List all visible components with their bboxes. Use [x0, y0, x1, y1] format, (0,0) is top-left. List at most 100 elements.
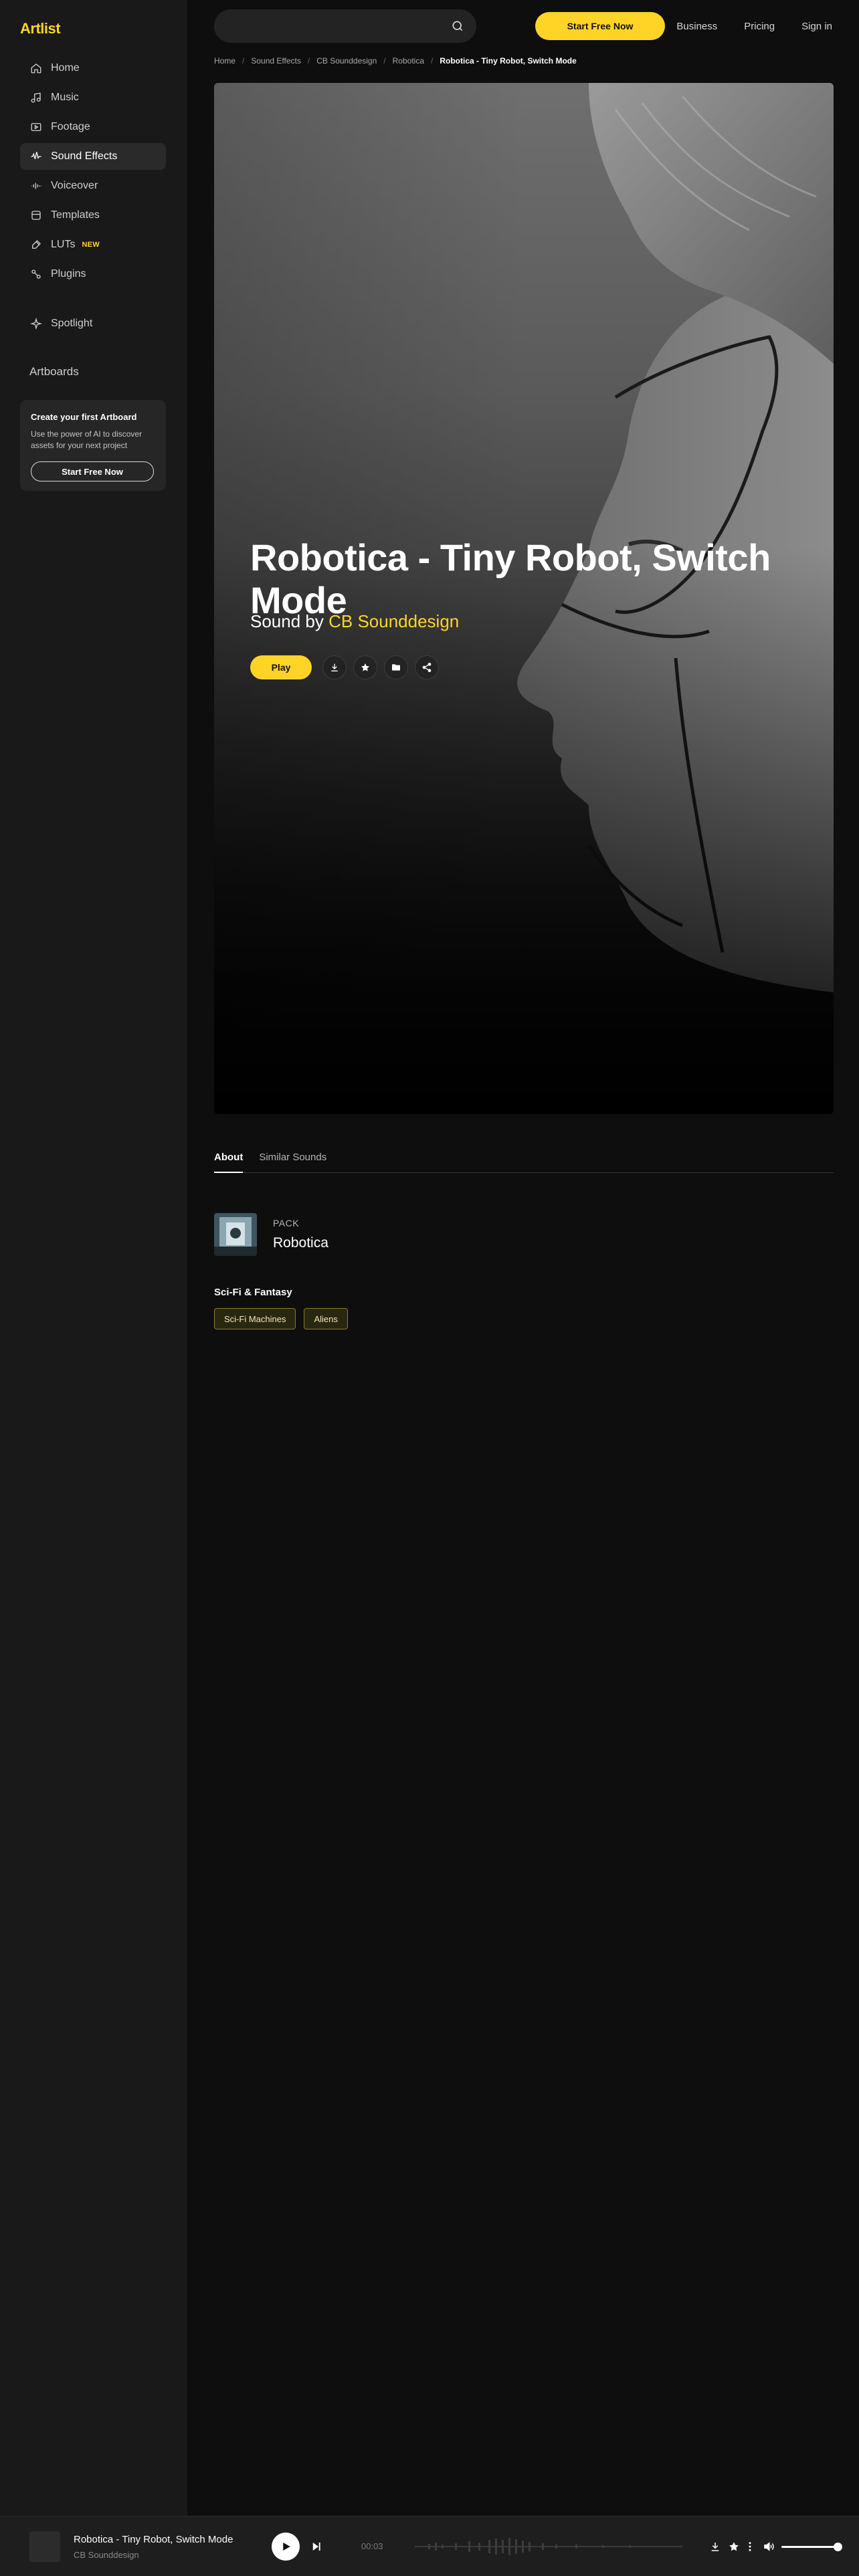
sidebar-item-sound-effects[interactable]: Sound Effects: [20, 143, 166, 170]
tag-list: Sci-Fi Machines Aliens: [214, 1308, 348, 1329]
spotlight-section: Spotlight: [20, 310, 166, 340]
artboard-promo-card: Create your first Artboard Use the power…: [20, 400, 166, 491]
search-icon[interactable]: [451, 19, 464, 33]
play-icon: [280, 2541, 292, 2553]
sidebar-item-luts[interactable]: LUTs NEW: [20, 231, 166, 258]
player-play-button[interactable]: [272, 2533, 300, 2561]
breadcrumb-home[interactable]: Home: [214, 56, 235, 66]
sound-byline: Sound by CB Sounddesign: [250, 611, 459, 632]
breadcrumb: Home / Sound Effects / CB Sounddesign / …: [214, 56, 577, 66]
breadcrumb-sound-effects[interactable]: Sound Effects: [251, 56, 301, 66]
sidebar-item-label: Templates: [51, 209, 100, 221]
star-icon: [728, 2541, 740, 2553]
breadcrumb-separator: /: [242, 56, 245, 66]
sidebar-item-label: Music: [51, 92, 79, 103]
home-icon: [29, 62, 43, 75]
new-badge: NEW: [82, 241, 100, 249]
player-track-title[interactable]: Robotica - Tiny Robot, Switch Mode: [74, 2534, 233, 2545]
sidebar-item-footage[interactable]: Footage: [20, 114, 166, 140]
download-button[interactable]: [322, 655, 347, 679]
sidebar-item-label: Plugins: [51, 268, 86, 280]
author-link[interactable]: CB Sounddesign: [328, 611, 459, 631]
business-link[interactable]: Business: [676, 21, 717, 32]
breadcrumb-current: Robotica - Tiny Robot, Switch Mode: [440, 56, 577, 66]
sidebar-item-voiceover[interactable]: Voiceover: [20, 173, 166, 199]
sidebar-item-label: Home: [51, 62, 80, 74]
sidebar-item-plugins[interactable]: Plugins: [20, 261, 166, 288]
play-square-icon: [29, 120, 43, 134]
detail-tabs: About Similar Sounds: [214, 1148, 834, 1173]
sparkle-icon: [29, 317, 43, 330]
sidebar-item-label: LUTs: [51, 239, 76, 250]
volume-slider-track[interactable]: [781, 2546, 838, 2548]
plugin-icon: [29, 267, 43, 281]
music-note-icon: [29, 91, 43, 104]
share-icon: [421, 662, 432, 673]
sidebar-item-label: Spotlight: [51, 318, 93, 329]
sidebar-item-music[interactable]: Music: [20, 84, 166, 111]
sidebar-item-templates[interactable]: Templates: [20, 202, 166, 229]
player-thumbnail: [29, 2531, 60, 2562]
sidebar-item-spotlight[interactable]: Spotlight: [20, 310, 166, 337]
player-volume-button[interactable]: [761, 2539, 776, 2554]
volume-icon: [763, 2541, 775, 2553]
pack-name[interactable]: Robotica: [273, 1235, 328, 1251]
breadcrumb-separator: /: [307, 56, 310, 66]
player-time: 00:03: [361, 2541, 383, 2551]
pricing-link[interactable]: Pricing: [744, 21, 775, 32]
pack-text: PACK Robotica: [273, 1218, 328, 1251]
hero-actions: Play: [250, 655, 439, 679]
player-track-artist[interactable]: CB Sounddesign: [74, 2550, 139, 2560]
voice-wave-icon: [29, 179, 43, 193]
player-next-button[interactable]: [309, 2539, 324, 2554]
play-button[interactable]: Play: [250, 655, 312, 679]
share-button[interactable]: [415, 655, 439, 679]
artboards-heading: Artboards: [29, 365, 79, 378]
artboard-card-title: Create your first Artboard: [31, 412, 137, 422]
add-to-folder-button[interactable]: [384, 655, 408, 679]
breadcrumb-artist[interactable]: CB Sounddesign: [316, 56, 377, 66]
artlist-logo[interactable]: Artlist: [20, 20, 61, 37]
tab-similar-sounds[interactable]: Similar Sounds: [259, 1148, 326, 1173]
pack-thumbnail[interactable]: [214, 1213, 257, 1256]
sidebar: Artlist Home Music Footage Sound Effects: [0, 0, 187, 2516]
search-bar[interactable]: [214, 9, 476, 43]
brush-icon: [29, 238, 43, 251]
sound-title: Robotica - Tiny Robot, Switch Mode: [250, 536, 771, 621]
download-icon: [709, 2541, 721, 2553]
waveform-icon: [29, 150, 43, 163]
audio-player-bar: Robotica - Tiny Robot, Switch Mode CB So…: [0, 2516, 859, 2576]
download-icon: [329, 662, 340, 673]
top-links: Business Pricing Sign in: [676, 12, 832, 40]
sidebar-item-label: Voiceover: [51, 180, 98, 191]
breadcrumb-pack[interactable]: Robotica: [393, 56, 424, 66]
sidebar-item-label: Sound Effects: [51, 150, 118, 162]
tag-sci-fi-machines[interactable]: Sci-Fi Machines: [214, 1308, 296, 1329]
byline-prefix: Sound by: [250, 611, 324, 631]
sign-in-link[interactable]: Sign in: [801, 21, 832, 32]
player-download-button[interactable]: [708, 2539, 723, 2554]
tab-about[interactable]: About: [214, 1148, 244, 1173]
favorite-button[interactable]: [353, 655, 377, 679]
folder-icon: [391, 662, 401, 673]
template-icon: [29, 209, 43, 222]
player-more-button[interactable]: [743, 2539, 757, 2554]
sidebar-item-label: Footage: [51, 121, 90, 132]
tag-aliens[interactable]: Aliens: [304, 1308, 348, 1329]
player-favorite-button[interactable]: [727, 2539, 741, 2554]
volume-slider-handle[interactable]: [834, 2543, 842, 2551]
star-icon: [360, 662, 371, 673]
pack-info[interactable]: PACK Robotica: [214, 1213, 328, 1256]
category-title: Sci-Fi & Fantasy: [214, 1287, 292, 1298]
artboard-card-description: Use the power of AI to discover assets f…: [31, 429, 142, 450]
sidebar-nav: Home Music Footage Sound Effects Voiceov…: [20, 55, 166, 290]
more-vertical-icon: [744, 2541, 756, 2553]
pack-label: PACK: [273, 1218, 300, 1228]
sidebar-item-home[interactable]: Home: [20, 55, 166, 82]
breadcrumb-separator: /: [431, 56, 434, 66]
player-waveform[interactable]: [415, 2533, 682, 2561]
artboard-start-free-button[interactable]: Start Free Now: [31, 461, 154, 481]
start-free-now-button[interactable]: Start Free Now: [535, 12, 665, 40]
hero-banner: Robotica - Tiny Robot, Switch Mode Sound…: [214, 83, 834, 1114]
breadcrumb-separator: /: [383, 56, 386, 66]
